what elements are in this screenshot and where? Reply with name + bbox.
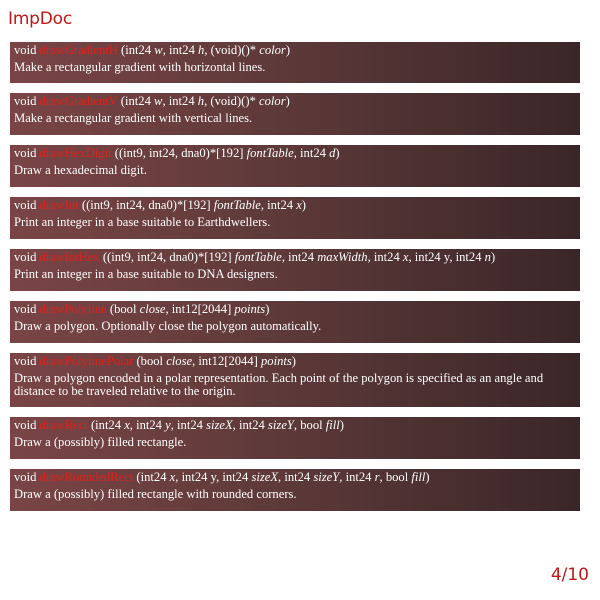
param-name: points xyxy=(234,302,266,316)
function-entry: void drawPolylinePolar (bool close, int1… xyxy=(10,353,580,407)
function-name[interactable]: drawGradientV xyxy=(40,94,118,108)
function-entry: void drawGradientV (int24 w, int24 h, (v… xyxy=(10,93,580,135)
function-description: Print an integer in a base suitable to D… xyxy=(14,267,278,281)
param-name: sizeX xyxy=(251,470,279,484)
return-type: void xyxy=(14,354,37,368)
function-entry: void drawGradientH (int24 w, int24 h, (v… xyxy=(10,42,580,83)
function-description: Draw a polygon encoded in a polar repres… xyxy=(14,371,544,398)
function-entry: void drawHexDigit ((int9, int24, dna0)*[… xyxy=(10,145,580,187)
param-name: x xyxy=(296,198,302,212)
param-type: int12[2044] xyxy=(171,302,235,316)
function-name[interactable]: drawRect xyxy=(40,418,88,432)
param-name: sizeY xyxy=(313,470,340,484)
param-type: int24 xyxy=(125,94,155,108)
function-signature: void drawPolylinePolar (bool close, int1… xyxy=(14,354,296,368)
param-type: int24 xyxy=(284,470,314,484)
function-entry: void drawIntHex ((int9, int24, dna0)*[19… xyxy=(10,249,580,291)
param-type: int24 xyxy=(222,470,252,484)
param-name: color xyxy=(259,43,286,57)
param-name: close xyxy=(139,302,166,316)
param-type: bool xyxy=(385,470,412,484)
page-indicator: 4/10 xyxy=(550,565,589,585)
function-signature: void drawInt ((int9, int24, dna0)*[192] … xyxy=(14,198,306,212)
function-name[interactable]: drawRoundedRect xyxy=(40,470,134,484)
function-entry: void drawInt ((int9, int24, dna0)*[192] … xyxy=(10,197,580,239)
param-name: sizeX xyxy=(206,418,233,432)
param-name: fontTable xyxy=(246,146,294,160)
param-type: int24 xyxy=(181,470,211,484)
return-type: void xyxy=(14,94,37,108)
function-signature: void drawRoundedRect (int24 x, int24 y, … xyxy=(14,470,430,484)
param-type: int24 xyxy=(345,470,375,484)
function-description: Make a rectangular gradient with vertica… xyxy=(14,111,253,125)
param-type: int24 xyxy=(267,198,297,212)
param-type: bool xyxy=(300,418,326,432)
function-description: Print an integer in a base suitable to E… xyxy=(14,215,271,229)
function-signature: void drawHexDigit ((int9, int24, dna0)*[… xyxy=(14,146,340,160)
function-signature: void drawIntHex ((int9, int24, dna0)*[19… xyxy=(14,250,496,264)
param-name: fontTable xyxy=(234,250,282,264)
function-signature: void drawGradientV (int24 w, int24 h, (v… xyxy=(14,94,290,108)
function-entry: void drawRoundedRect (int24 x, int24 y, … xyxy=(10,469,580,511)
return-type: void xyxy=(14,198,37,212)
function-description: Draw a (possibly) filled rectangle. xyxy=(14,435,187,449)
param-type: int24 xyxy=(238,418,269,432)
function-name[interactable]: drawGradientH xyxy=(40,43,118,57)
param-type: int24 xyxy=(414,250,444,264)
param-type: int24 xyxy=(168,94,198,108)
param-type: int24 xyxy=(300,146,330,160)
param-name: fill xyxy=(411,470,426,484)
param-type: int24 xyxy=(140,470,170,484)
param-name: points xyxy=(261,354,292,368)
function-name[interactable]: drawIntHex xyxy=(40,250,100,264)
return-type: void xyxy=(14,302,37,316)
param-type: int24 xyxy=(125,43,155,57)
param-name: w xyxy=(154,43,163,57)
param-name: fill xyxy=(325,418,340,432)
function-entry: void drawRect (int24 x, int24 y, int24 s… xyxy=(10,417,580,459)
param-type: bool xyxy=(114,302,140,316)
param-type: (int9, int24, dna0)*[192] xyxy=(107,250,235,264)
function-signature: void drawGradientH (int24 w, int24 h, (v… xyxy=(14,43,291,57)
function-list: void drawGradientH (int24 w, int24 h, (v… xyxy=(10,42,580,521)
function-description: Draw a hexadecimal digit. xyxy=(14,163,147,177)
function-name[interactable]: drawPolyline xyxy=(40,302,107,316)
param-type: int24 xyxy=(95,418,125,432)
function-entry: void drawPolyline (bool close, int12[204… xyxy=(10,301,580,343)
return-type: void xyxy=(14,250,37,264)
function-name[interactable]: drawPolylinePolar xyxy=(40,354,134,368)
param-type: int24 xyxy=(136,418,166,432)
function-description: Make a rectangular gradient with horizon… xyxy=(14,60,266,74)
param-type: (void)()* xyxy=(210,94,260,108)
param-name: close xyxy=(166,354,193,368)
param-type: int24 xyxy=(168,43,199,57)
return-type: void xyxy=(14,43,37,57)
function-signature: void drawRect (int24 x, int24 y, int24 s… xyxy=(14,418,344,432)
param-type: int24 xyxy=(455,250,485,264)
function-description: Draw a (possibly) filled rectangle with … xyxy=(14,487,297,501)
function-name[interactable]: drawInt xyxy=(40,198,79,212)
function-signature: void drawPolyline (bool close, int12[204… xyxy=(14,302,270,316)
app-title: ImpDoc xyxy=(8,9,73,29)
param-name: sizeY xyxy=(268,418,294,432)
function-name[interactable]: drawHexDigit xyxy=(40,146,112,160)
function-description: Draw a polygon. Optionally close the pol… xyxy=(14,319,322,333)
return-type: void xyxy=(14,418,37,432)
param-name: d xyxy=(329,146,336,160)
param-type: bool xyxy=(140,354,167,368)
param-name: color xyxy=(259,94,286,108)
param-type: (int9, int24, dna0)*[192] xyxy=(86,198,214,212)
return-type: void xyxy=(14,470,37,484)
param-type: int12[2044] xyxy=(198,354,261,368)
param-name: maxWidth xyxy=(317,250,368,264)
param-name: fontTable xyxy=(213,198,261,212)
param-type: int24 xyxy=(177,418,207,432)
param-name: n xyxy=(484,250,491,264)
return-type: void xyxy=(14,146,37,160)
param-type: (int9, int24, dna0)*[192] xyxy=(118,146,247,160)
param-type: int24 xyxy=(373,250,403,264)
param-type: int24 xyxy=(288,250,318,264)
param-type: (void)()* xyxy=(210,43,260,57)
